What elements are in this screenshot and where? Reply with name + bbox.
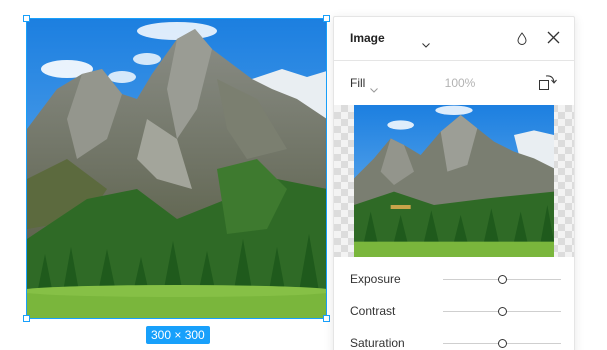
- selected-image-frame[interactable]: [23, 15, 330, 322]
- close-icon[interactable]: [547, 31, 560, 49]
- drop-icon[interactable]: [517, 32, 527, 50]
- contrast-slider-thumb[interactable]: [498, 307, 507, 316]
- panel-title[interactable]: Image: [350, 31, 385, 45]
- saturation-slider[interactable]: [443, 339, 561, 348]
- preview-thumbnail: [354, 105, 554, 257]
- chevron-down-icon[interactable]: [370, 80, 378, 98]
- image-preview[interactable]: [334, 105, 574, 257]
- exposure-slider[interactable]: [443, 275, 561, 284]
- resize-handle-top-right[interactable]: [323, 15, 330, 22]
- exposure-label: Exposure: [350, 272, 401, 286]
- adjustment-contrast: Contrast: [334, 295, 574, 327]
- saturation-slider-thumb[interactable]: [498, 339, 507, 348]
- fill-mode-select[interactable]: Fill: [350, 76, 365, 90]
- editor-stage: 300 × 300 Image Fill 100% Exposure Contr…: [0, 0, 607, 350]
- exposure-slider-thumb[interactable]: [498, 275, 507, 284]
- contrast-label: Contrast: [350, 304, 396, 318]
- panel-header: Image: [334, 17, 574, 61]
- dimension-badge: 300 × 300: [146, 326, 210, 344]
- fill-row: Fill 100%: [334, 61, 574, 105]
- resize-handle-bottom-right[interactable]: [323, 315, 330, 322]
- adjustment-exposure: Exposure: [334, 263, 574, 295]
- saturation-label: Saturation: [350, 336, 405, 350]
- mountain-photo: [27, 19, 326, 318]
- fill-opacity-value[interactable]: 100%: [444, 76, 476, 90]
- rotate-icon[interactable]: [538, 73, 558, 96]
- resize-handle-top-left[interactable]: [23, 15, 30, 22]
- chevron-down-icon[interactable]: [422, 35, 430, 53]
- resize-handle-bottom-left[interactable]: [23, 315, 30, 322]
- image-properties-panel: Image Fill 100% Exposure Contrast Satura…: [333, 16, 575, 350]
- adjustment-saturation: Saturation: [334, 327, 574, 350]
- contrast-slider[interactable]: [443, 307, 561, 316]
